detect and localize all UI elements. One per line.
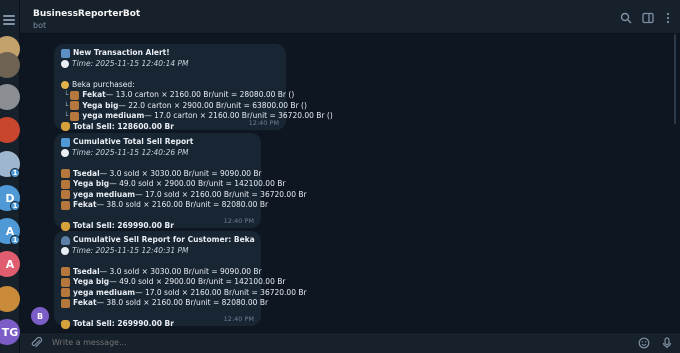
message-bubble[interactable]: New Transaction Alert! Time: 2025-11-15 … xyxy=(54,44,333,132)
chat-list-rail: 1 D 1 A 1 A TG xyxy=(0,0,20,353)
package-icon xyxy=(70,90,80,100)
microphone-icon[interactable] xyxy=(661,337,673,349)
item-name: yega mediuam xyxy=(82,111,145,120)
chat-header: BusinessReporterBot bot xyxy=(20,0,680,34)
bot-avatar[interactable]: B xyxy=(31,307,49,325)
message-time: Time: 2025-11-15 12:40:31 PM xyxy=(72,245,189,255)
scrollbar[interactable] xyxy=(674,34,676,124)
item-name: yega mediuam xyxy=(73,287,136,297)
more-vert-icon[interactable] xyxy=(662,12,674,24)
tree-branch-icon: └ xyxy=(64,112,69,120)
item-detail: — 3.0 sold × 3030.00 Br/unit = 9090.00 B… xyxy=(99,168,262,178)
money-bag-icon xyxy=(61,319,70,329)
item-name: Fekat xyxy=(82,90,106,99)
chat-avatar-initial: A xyxy=(5,257,15,271)
item-detail: — 38.0 sold × 2160.00 Br/unit = 82080.00… xyxy=(96,298,269,307)
item-detail: — 49.0 sold × 2900.00 Br/unit = 142100.0… xyxy=(109,277,286,286)
item-name: Fekat xyxy=(73,200,97,209)
buyer-line: Beka purchased: xyxy=(72,79,135,89)
message-title: New Transaction Alert! xyxy=(73,48,170,57)
package-icon xyxy=(61,169,70,179)
message-title: Cumulative Total Sell Report xyxy=(73,137,194,146)
shopping-cart-icon xyxy=(61,48,70,58)
message-input[interactable] xyxy=(52,338,552,347)
message-time: Time: 2025-11-15 12:40:14 PM xyxy=(72,58,189,68)
chat-avatar-initial: TG xyxy=(1,325,19,339)
package-icon xyxy=(61,179,70,189)
item-name: Tsedal xyxy=(73,168,100,178)
chat-avatar-8[interactable]: A xyxy=(0,251,20,277)
money-bag-icon xyxy=(61,221,70,231)
chart-icon xyxy=(61,137,70,147)
item-detail: — 38.0 sold × 2160.00 Br/unit = 82080.00… xyxy=(96,200,269,209)
message-time: Time: 2025-11-15 12:40:26 PM xyxy=(72,147,189,157)
chat-avatar-4[interactable] xyxy=(0,117,20,143)
item-detail: — 17.0 sold × 2160.00 Br/unit = 36720.00… xyxy=(135,189,307,199)
sidebar-toggle-icon[interactable] xyxy=(642,12,654,24)
unread-badge: 1 xyxy=(10,201,20,211)
money-bag-icon xyxy=(61,122,70,132)
message-title: Cumulative Sell Report for Customer: Bek… xyxy=(73,235,255,244)
item-detail: — 49.0 sold × 2900.00 Br/unit = 142100.0… xyxy=(109,179,286,188)
chat-subtitle: bot xyxy=(33,21,47,30)
chat-avatar-2[interactable] xyxy=(0,52,20,78)
search-icon[interactable] xyxy=(620,12,632,24)
chat-avatar-10[interactable]: TG xyxy=(0,319,20,345)
item-name: Yega big xyxy=(73,277,110,286)
package-icon xyxy=(61,298,70,308)
package-icon xyxy=(61,267,70,277)
clock-icon xyxy=(61,148,69,157)
package-icon xyxy=(61,277,70,287)
unread-badge: 1 xyxy=(10,235,20,245)
total-sell: Total Sell: 269990.00 Br xyxy=(73,221,174,230)
item-name: Yega big xyxy=(73,179,110,188)
emoji-icon[interactable] xyxy=(638,337,650,349)
person-icon xyxy=(61,80,69,89)
item-name: Fekat xyxy=(73,298,97,307)
tree-branch-icon: └ xyxy=(64,101,69,110)
item-detail: — 17.0 carton × 2160.00 Br/unit = 36720.… xyxy=(144,111,333,120)
message-composer xyxy=(20,332,680,353)
item-name: Tsedal xyxy=(73,266,100,276)
item-name: Yega big xyxy=(82,100,119,110)
unread-badge: 1 xyxy=(10,168,20,178)
menu-icon[interactable] xyxy=(3,15,15,25)
message-timestamp: 12:40 PM xyxy=(223,216,254,225)
total-sell: Total Sell: 269990.00 Br xyxy=(73,319,174,328)
paperclip-icon[interactable] xyxy=(31,337,43,349)
total-sell: Total Sell: 128600.00 Br xyxy=(73,121,174,131)
chat-avatar-9[interactable] xyxy=(0,286,20,312)
clock-icon xyxy=(61,246,69,255)
package-icon xyxy=(61,200,70,210)
item-name: yega mediuam xyxy=(73,189,136,199)
item-detail: — 13.0 carton × 2160.00 Br/unit = 28080.… xyxy=(105,90,295,99)
package-icon xyxy=(61,190,70,200)
package-icon xyxy=(70,101,80,111)
message-bubble[interactable]: Cumulative Total Sell Report Time: 2025-… xyxy=(54,133,307,231)
chat-title[interactable]: BusinessReporterBot xyxy=(33,9,140,19)
chat-avatar-3[interactable] xyxy=(0,84,20,110)
item-detail: — 3.0 sold × 3030.00 Br/unit = 9090.00 B… xyxy=(99,266,262,276)
package-icon xyxy=(70,111,80,121)
message-bubble[interactable]: Cumulative Sell Report for Customer: Bek… xyxy=(54,231,307,329)
message-timestamp: 12:40 PM xyxy=(248,118,279,127)
item-detail: — 17.0 sold × 2160.00 Br/unit = 36720.00… xyxy=(135,287,307,297)
message-timestamp: 12:40 PM xyxy=(223,314,254,323)
package-icon xyxy=(61,288,70,298)
clock-icon xyxy=(61,59,69,68)
tree-branch-icon: └ xyxy=(64,91,69,99)
bust-in-silhouette-icon xyxy=(61,235,70,245)
item-detail: — 22.0 carton × 2900.00 Br/unit = 63800.… xyxy=(118,100,307,110)
